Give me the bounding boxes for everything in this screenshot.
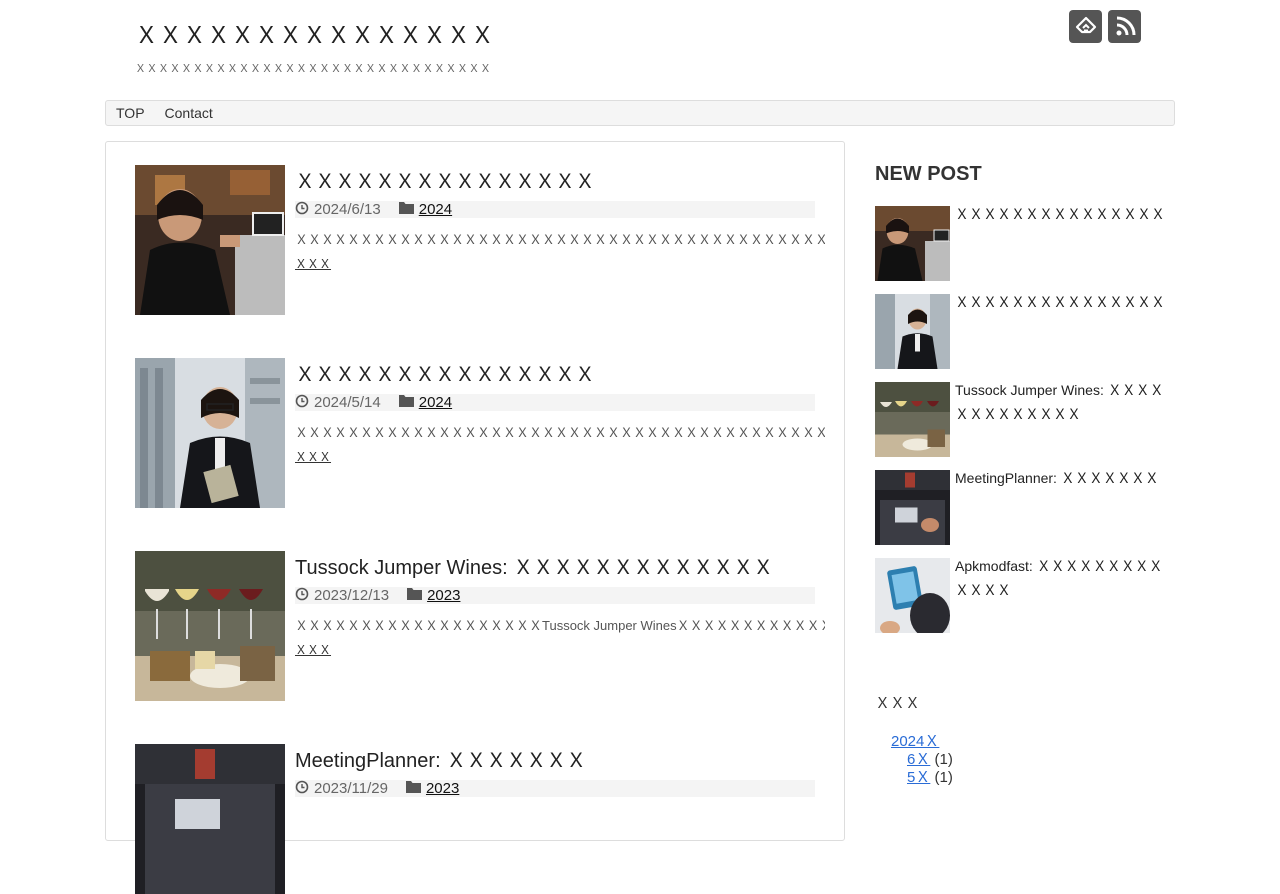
post-meta: 2024/5/14 2024 (295, 394, 815, 411)
post-excerpt: ＸＸＸＸＸＸＸＸＸＸＸＸＸＸＸＸＸＸＸＸＸＸＸＸＸＸＸＸＸＸＸＸＸＸＸＸＸＸＸＸ… (295, 232, 825, 247)
post-date: 2024/5/14 (295, 394, 381, 412)
folder-icon (405, 780, 421, 797)
clock-icon (295, 587, 309, 605)
main-nav: TOP Contact (105, 100, 1175, 126)
post-title[interactable]: Tussock Jumper Wines: ＸＸＸＸＸＸＸＸＸＸＸＸＸ (295, 551, 825, 580)
folder-icon (398, 201, 414, 218)
post-date: 2023/11/29 (295, 780, 388, 798)
rss-icon[interactable] (1108, 10, 1141, 43)
post-thumbnail[interactable] (135, 165, 285, 315)
archive-month-count: (1) (934, 769, 953, 786)
post-thumbnail[interactable] (135, 744, 285, 894)
recent-post-item[interactable]: MeetingPlanner: ＸＸＸＸＸＸＸ (875, 470, 1175, 545)
archive-heading: ＸＸＸ (875, 695, 921, 712)
feedly-icon[interactable] (1069, 10, 1102, 43)
read-more-link[interactable]: ＸＸＸ (295, 641, 331, 658)
post-title[interactable]: ＸＸＸＸＸＸＸＸＸＸＸＸＸＸＸ (295, 165, 825, 194)
recent-post-title[interactable]: MeetingPlanner: ＸＸＸＸＸＸＸ (955, 466, 1175, 490)
site-description: ＸＸＸＸＸＸＸＸＸＸＸＸＸＸＸＸＸＸＸＸＸＸＸＸＸＸＸＸＸＸＸ (135, 63, 492, 75)
main-content: ＸＸＸＸＸＸＸＸＸＸＸＸＸＸＸ 2024/6/13 2024 ＸＸＸＸＸＸＸＸＸ… (105, 141, 845, 894)
post-category: 2023 (405, 780, 459, 797)
new-post-heading: NEW POST (875, 163, 982, 185)
post-category-link[interactable]: 2023 (426, 780, 459, 797)
recent-post-item[interactable]: Apkmodfast: ＸＸＸＸＸＸＸＸＸＸＸＸＸ (875, 558, 1175, 633)
post-entry: ＸＸＸＸＸＸＸＸＸＸＸＸＸＸＸ 2024/5/14 2024 ＸＸＸＸＸＸＸＸＸ… (135, 358, 825, 508)
archive-month-item: 5Ｘ (1) (907, 766, 953, 787)
recent-post-item[interactable]: Tussock Jumper Wines: ＸＸＸＸＸＸＸＸＸＸＸＸＸ (875, 382, 1175, 457)
recent-post-thumbnail[interactable] (875, 558, 950, 633)
post-date: 2024/6/13 (295, 201, 381, 219)
recent-post-title[interactable]: ＸＸＸＸＸＸＸＸＸＸＸＸＸＸＸ (955, 202, 1175, 226)
clock-icon (295, 780, 309, 798)
post-meta: 2023/11/29 2023 (295, 780, 815, 797)
post-thumbnail[interactable] (135, 551, 285, 701)
recent-post-thumbnail[interactable] (875, 206, 950, 281)
read-more-link[interactable]: ＸＸＸ (295, 255, 331, 272)
post-title[interactable]: MeetingPlanner: ＸＸＸＸＸＸＸ (295, 744, 825, 773)
header-icons (1069, 10, 1141, 43)
post-thumbnail[interactable] (135, 358, 285, 508)
post-date-text: 2023/12/13 (314, 587, 390, 604)
post-meta: 2024/6/13 2024 (295, 201, 815, 218)
post-category-link[interactable]: 2024 (419, 201, 452, 218)
site-title[interactable]: ＸＸＸＸＸＸＸＸＸＸＸＸＸＸＸ (135, 16, 495, 50)
post-entry: Tussock Jumper Wines: ＸＸＸＸＸＸＸＸＸＸＸＸＸ 2023… (135, 551, 825, 701)
read-more-link[interactable]: ＸＸＸ (295, 448, 331, 465)
recent-post-thumbnail[interactable] (875, 470, 950, 545)
recent-post-title[interactable]: Apkmodfast: ＸＸＸＸＸＸＸＸＸＸＸＸＸ (955, 554, 1175, 602)
post-title[interactable]: ＸＸＸＸＸＸＸＸＸＸＸＸＸＸＸ (295, 358, 825, 387)
archive-month-link[interactable]: 5Ｘ (907, 769, 930, 786)
recent-post-title[interactable]: ＸＸＸＸＸＸＸＸＸＸＸＸＸＸＸ (955, 290, 1175, 314)
post-entry: ＸＸＸＸＸＸＸＸＸＸＸＸＸＸＸ 2024/6/13 2024 ＸＸＸＸＸＸＸＸＸ… (135, 165, 825, 315)
folder-icon (398, 394, 414, 411)
post-date: 2023/12/13 (295, 587, 389, 605)
post-category-link[interactable]: 2024 (419, 394, 452, 411)
post-category: 2023 (407, 587, 460, 604)
nav-item-contact[interactable]: Contact (165, 105, 213, 121)
post-date-text: 2023/11/29 (314, 780, 388, 797)
recent-post-item[interactable]: ＸＸＸＸＸＸＸＸＸＸＸＸＸＸＸ (875, 206, 1175, 281)
post-category-link[interactable]: 2023 (427, 587, 460, 604)
post-excerpt: ＸＸＸＸＸＸＸＸＸＸＸＸＸＸＸＸＸＸＸＸＸＸＸＸＸＸＸＸＸＸＸＸＸＸＸＸＸＸＸＸ… (295, 425, 825, 440)
recent-post-title[interactable]: Tussock Jumper Wines: ＸＸＸＸＸＸＸＸＸＸＸＸＸ (955, 378, 1175, 426)
post-date-text: 2024/5/14 (314, 394, 381, 411)
post-meta: 2023/12/13 2023 (295, 587, 815, 604)
recent-post-item[interactable]: ＸＸＸＸＸＸＸＸＸＸＸＸＸＸＸ (875, 294, 1175, 369)
clock-icon (295, 201, 309, 219)
folder-icon (407, 587, 423, 604)
post-category: 2024 (398, 201, 452, 218)
post-entry: MeetingPlanner: ＸＸＸＸＸＸＸ 2023/11/29 2023 (135, 744, 825, 894)
recent-post-thumbnail[interactable] (875, 382, 950, 457)
nav-item-top[interactable]: TOP (116, 105, 145, 121)
clock-icon (295, 394, 309, 412)
recent-post-thumbnail[interactable] (875, 294, 950, 369)
post-excerpt: ＸＸＸＸＸＸＸＸＸＸＸＸＸＸＸＸＸＸＸTussock Jumper WinesＸ… (295, 618, 825, 633)
post-category: 2024 (398, 394, 452, 411)
post-date-text: 2024/6/13 (314, 201, 381, 218)
